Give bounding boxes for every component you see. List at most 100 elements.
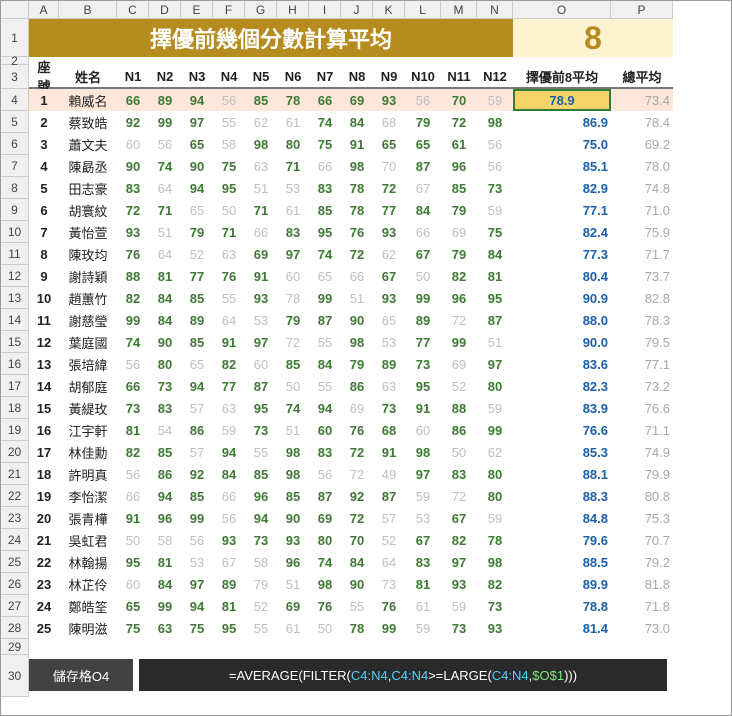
score[interactable]: 89 (373, 353, 405, 375)
score[interactable]: 78 (341, 177, 373, 199)
score[interactable]: 90 (181, 155, 213, 177)
score[interactable]: 76 (341, 419, 373, 441)
score[interactable]: 49 (373, 463, 405, 485)
score[interactable]: 89 (213, 573, 245, 595)
score[interactable]: 87 (245, 375, 277, 397)
score[interactable]: 66 (309, 89, 341, 111)
score[interactable]: 91 (117, 507, 149, 529)
score[interactable]: 67 (373, 265, 405, 287)
score[interactable]: 96 (277, 551, 309, 573)
score[interactable]: 84 (149, 573, 181, 595)
seat[interactable]: 24 (29, 595, 59, 617)
score[interactable]: 70 (341, 529, 373, 551)
score[interactable]: 85 (309, 199, 341, 221)
score[interactable]: 74 (117, 331, 149, 353)
score[interactable]: 78 (477, 529, 513, 551)
score[interactable]: 92 (341, 485, 373, 507)
score[interactable]: 63 (245, 155, 277, 177)
name[interactable]: 賴威名 (59, 89, 117, 111)
score[interactable]: 79 (341, 353, 373, 375)
score[interactable]: 63 (213, 397, 245, 419)
score[interactable]: 99 (149, 111, 181, 133)
score[interactable]: 59 (477, 199, 513, 221)
score[interactable]: 52 (245, 595, 277, 617)
col-header[interactable]: L (405, 1, 441, 19)
avg[interactable]: 77.1 (611, 353, 673, 375)
best8[interactable]: 83.9 (513, 397, 611, 419)
score[interactable]: 81 (477, 265, 513, 287)
score[interactable]: 98 (477, 551, 513, 573)
score[interactable]: 55 (213, 287, 245, 309)
score[interactable]: 71 (213, 221, 245, 243)
score[interactable]: 88 (117, 265, 149, 287)
score[interactable]: 73 (373, 573, 405, 595)
score[interactable]: 50 (117, 529, 149, 551)
seat[interactable]: 21 (29, 529, 59, 551)
score[interactable]: 95 (309, 221, 341, 243)
score[interactable]: 64 (149, 243, 181, 265)
seat[interactable]: 20 (29, 507, 59, 529)
score[interactable]: 80 (477, 485, 513, 507)
seat[interactable]: 12 (29, 331, 59, 353)
score[interactable]: 89 (149, 89, 181, 111)
score[interactable]: 85 (181, 331, 213, 353)
name[interactable]: 李怡潔 (59, 485, 117, 507)
score[interactable]: 80 (277, 133, 309, 155)
score[interactable]: 67 (405, 529, 441, 551)
score[interactable]: 84 (405, 199, 441, 221)
score[interactable]: 93 (245, 287, 277, 309)
score[interactable]: 71 (245, 199, 277, 221)
avg[interactable]: 74.8 (611, 177, 673, 199)
score[interactable]: 59 (405, 617, 441, 639)
score[interactable]: 94 (149, 485, 181, 507)
score[interactable]: 56 (149, 133, 181, 155)
row-header[interactable]: 15 (1, 331, 29, 353)
banner-value[interactable]: 8 (513, 19, 673, 57)
score[interactable]: 99 (181, 507, 213, 529)
name[interactable]: 胡郁庭 (59, 375, 117, 397)
score[interactable]: 91 (245, 265, 277, 287)
score[interactable]: 61 (277, 617, 309, 639)
best8[interactable]: 85.3 (513, 441, 611, 463)
score[interactable]: 60 (405, 419, 441, 441)
score[interactable]: 88 (441, 397, 477, 419)
score[interactable]: 78 (277, 287, 309, 309)
score[interactable]: 61 (441, 133, 477, 155)
avg[interactable]: 78.0 (611, 155, 673, 177)
score[interactable]: 83 (441, 463, 477, 485)
score[interactable]: 74 (149, 155, 181, 177)
score[interactable]: 93 (373, 89, 405, 111)
score[interactable]: 79 (245, 573, 277, 595)
score[interactable]: 69 (341, 397, 373, 419)
score[interactable]: 74 (309, 551, 341, 573)
score[interactable]: 87 (309, 485, 341, 507)
col-header[interactable]: D (149, 1, 181, 19)
seat[interactable]: 17 (29, 441, 59, 463)
best8[interactable]: 81.4 (513, 617, 611, 639)
score[interactable]: 55 (213, 111, 245, 133)
best8[interactable]: 76.6 (513, 419, 611, 441)
row-header[interactable]: 24 (1, 529, 29, 551)
score[interactable]: 95 (213, 177, 245, 199)
score[interactable]: 53 (277, 177, 309, 199)
col-header[interactable]: E (181, 1, 213, 19)
avg[interactable]: 73.0 (611, 617, 673, 639)
score[interactable]: 85 (441, 177, 477, 199)
score[interactable]: 73 (477, 177, 513, 199)
best8[interactable]: 82.9 (513, 177, 611, 199)
score[interactable]: 96 (245, 485, 277, 507)
score[interactable]: 77 (405, 331, 441, 353)
seat[interactable]: 14 (29, 375, 59, 397)
col-header[interactable]: O (513, 1, 611, 19)
name[interactable]: 胡寰紋 (59, 199, 117, 221)
best8[interactable]: 86.9 (513, 111, 611, 133)
score[interactable]: 76 (309, 595, 341, 617)
score[interactable]: 96 (149, 507, 181, 529)
score[interactable]: 61 (405, 595, 441, 617)
score[interactable]: 82 (477, 573, 513, 595)
best8[interactable]: 88.1 (513, 463, 611, 485)
score[interactable]: 75 (477, 221, 513, 243)
score[interactable]: 98 (277, 463, 309, 485)
score[interactable]: 84 (477, 243, 513, 265)
score[interactable]: 66 (309, 155, 341, 177)
